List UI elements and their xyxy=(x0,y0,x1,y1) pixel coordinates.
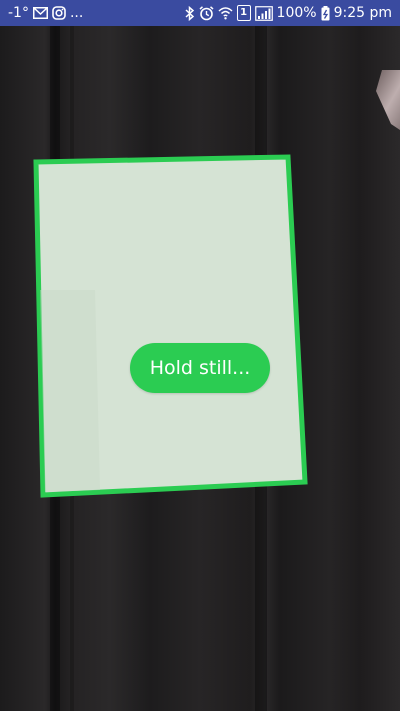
document-shade xyxy=(40,290,100,492)
temperature-text: -1° xyxy=(8,5,29,21)
status-bar-right: 1 100% 9:25 pm xyxy=(185,5,392,21)
wifi-icon xyxy=(218,5,233,21)
alarm-icon xyxy=(199,5,214,21)
status-bar-left: -1° ... xyxy=(8,5,83,21)
hold-still-label: Hold still... xyxy=(149,357,251,379)
status-bar: -1° ... 1 100% 9:25 pm xyxy=(0,0,400,26)
bluetooth-icon xyxy=(185,5,195,21)
clock-text: 9:25 pm xyxy=(333,5,392,21)
hold-still-message: Hold still... xyxy=(130,343,270,393)
battery-icon xyxy=(321,5,330,21)
signal-icon xyxy=(254,5,273,21)
notification-overflow-text: ... xyxy=(69,5,84,21)
sim-icon: 1 xyxy=(236,5,251,21)
instagram-icon xyxy=(52,5,66,21)
gmail-icon xyxy=(32,5,48,21)
camera-screen: -1° ... 1 100% 9:25 pm Hold still... xyxy=(0,0,400,711)
battery-percent-text: 100% xyxy=(276,5,317,21)
